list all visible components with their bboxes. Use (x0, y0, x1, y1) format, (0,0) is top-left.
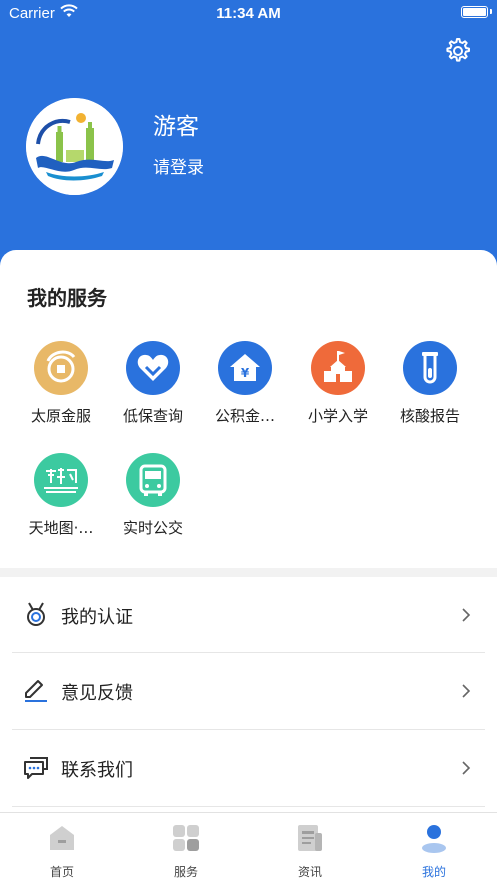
service-taiyuan-finance[interactable]: 太原金服 (16, 341, 106, 426)
service-label: 低保查询 (122, 407, 183, 425)
status-bar: Carrier 11:34 AM (0, 0, 497, 26)
profile-header: Carrier 11:34 AM 游客 请登录 (0, 0, 497, 290)
house-yuan-icon: ¥ (218, 341, 272, 395)
service-label: 实时公交 (122, 519, 183, 537)
tab-bar: 首页 服务 资讯 我的 (0, 812, 497, 883)
section-divider (0, 568, 497, 577)
battery-icon (461, 6, 488, 18)
tab-label: 我的 (421, 865, 446, 879)
tab-label: 首页 (49, 865, 74, 879)
medal-icon (27, 602, 45, 626)
tab-label: 服务 (173, 865, 198, 879)
tab-news[interactable]: 资讯 (248, 813, 372, 883)
service-nucleic-report[interactable]: 核酸报告 (385, 341, 475, 426)
service-label: 太原金服 (30, 407, 91, 425)
tab-services[interactable]: 服务 (124, 813, 248, 883)
service-label: 核酸报告 (399, 407, 460, 425)
services-title: 我的服务 (27, 286, 107, 310)
svg-text:¥: ¥ (241, 366, 250, 380)
services-card: 我的服务 太原金服 低保查询 ¥ 公积金… 小学入学 核酸报告 天地图·… 实时… (0, 250, 497, 568)
menu-item-certification[interactable]: 我的认证 (0, 577, 497, 654)
menu-label: 联系我们 (61, 760, 133, 781)
heart-icon (126, 341, 180, 395)
bus-icon (126, 453, 180, 507)
service-label: 小学入学 (307, 407, 368, 425)
user-name: 游客 (153, 114, 199, 140)
grid-icon (173, 825, 199, 851)
tab-mine[interactable]: 我的 (372, 813, 496, 883)
test-tube-icon (403, 341, 457, 395)
avatar[interactable] (26, 98, 123, 195)
menu-divider (12, 806, 485, 807)
city-logo-icon (26, 98, 123, 195)
chevron-right-icon (462, 684, 471, 698)
tab-home[interactable]: 首页 (0, 813, 124, 883)
news-icon (298, 825, 322, 851)
service-subsidy-query[interactable]: 低保查询 (108, 341, 198, 426)
service-tianditu[interactable]: 天地图·… (16, 453, 106, 538)
clock-label: 11:34 AM (216, 5, 281, 22)
service-label: 天地图·… (28, 519, 94, 537)
chevron-right-icon (462, 761, 471, 775)
login-link[interactable]: 请登录 (153, 153, 204, 178)
edit-icon (25, 680, 47, 702)
service-realtime-bus[interactable]: 实时公交 (108, 453, 198, 538)
map-world-icon (34, 453, 88, 507)
gear-icon[interactable] (442, 36, 472, 66)
menu-item-feedback[interactable]: 意见反馈 (0, 653, 497, 730)
school-icon (311, 341, 365, 395)
menu-item-contact[interactable]: 联系我们 (0, 730, 497, 807)
coin-icon (34, 341, 88, 395)
chevron-right-icon (462, 608, 471, 622)
home-icon (50, 826, 74, 850)
person-icon (422, 825, 446, 853)
chat-icon (24, 757, 48, 779)
menu-label: 意见反馈 (61, 683, 133, 704)
service-housing-fund[interactable]: ¥ 公积金… (200, 341, 290, 426)
menu-label: 我的认证 (61, 607, 133, 628)
tab-label: 资讯 (297, 865, 322, 879)
service-primary-school[interactable]: 小学入学 (293, 341, 383, 426)
service-label: 公积金… (214, 407, 275, 425)
